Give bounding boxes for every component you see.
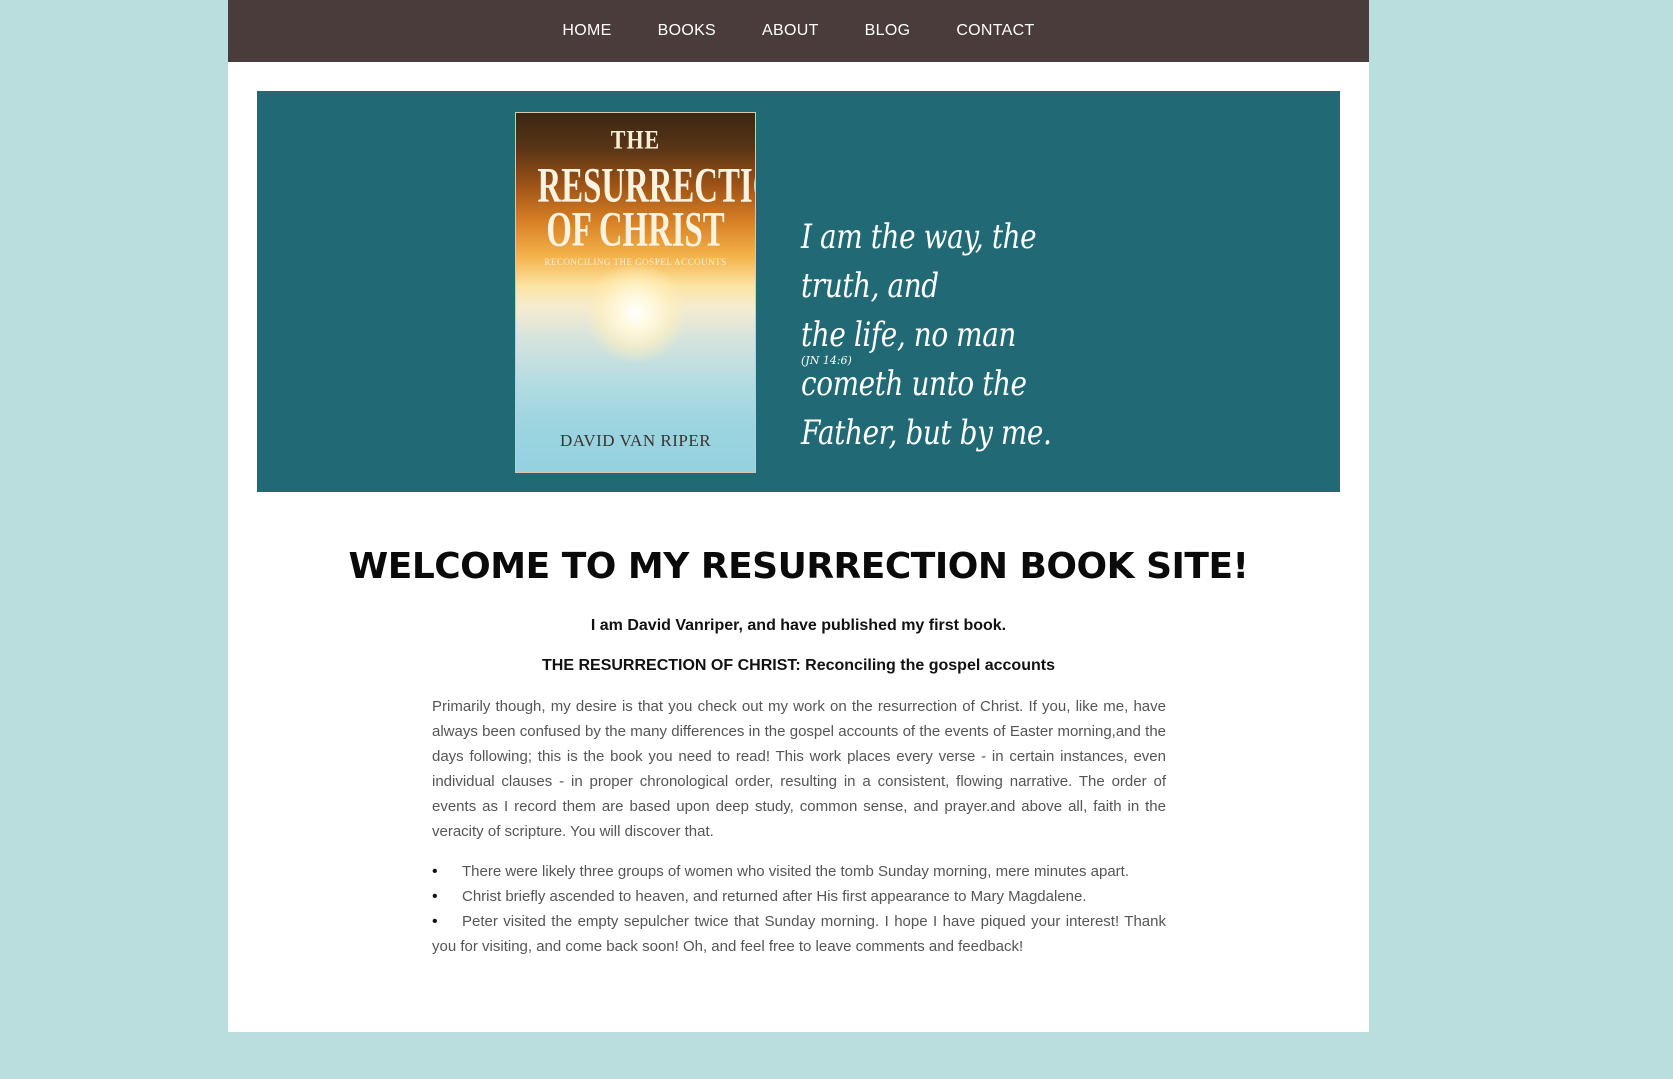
scripture-quote: I am the way, the truth, and the life, n… [801, 213, 1104, 458]
list-item-text: There were likely three groups of women … [462, 863, 1129, 880]
description-paragraph: Primarily though, my desire is that you … [432, 698, 1166, 840]
book-author: DAVID VAN RIPER [559, 431, 712, 450]
list-item: • Peter visited the empty sepulcher twice… [432, 909, 1166, 959]
sun-glow [586, 263, 686, 363]
top-navigation: HOME BOOKS ABOUT BLOG CONTACT [228, 0, 1369, 62]
bullet-icon: • [432, 863, 438, 880]
book-title-line: THE RESURRECTION OF CHRIST: Reconciling … [542, 657, 1055, 674]
nav-contact[interactable]: CONTACT [933, 0, 1057, 62]
bullet-icon: • [432, 888, 438, 905]
highlights-list: • There were likely three groups of women… [432, 859, 1166, 959]
quote-line: Father, but by me. [801, 413, 1052, 453]
nav-blog[interactable]: BLOG [842, 0, 934, 62]
list-item-text: Christ briefly ascended to heaven, and r… [462, 888, 1087, 905]
scripture-citation: (JN 14:6) [801, 354, 852, 367]
list-item-text: Peter visited the empty sepulcher twice … [432, 913, 1166, 955]
list-item: • Christ briefly ascended to heaven, and … [432, 884, 1166, 909]
book-title-top: THE [610, 124, 661, 155]
hero-banner: THE RESURRECTION OF CHRIST RECONCILING T… [257, 91, 1340, 492]
bullet-icon: • [432, 913, 438, 930]
nav-books[interactable]: BOOKS [635, 0, 739, 62]
book-subtitle: RECONCILING THE GOSPEL ACCOUNTS [544, 257, 727, 267]
nav-home[interactable]: HOME [539, 0, 634, 62]
quote-line: I am the way, the truth, and [801, 217, 1037, 306]
page-container: HOME BOOKS ABOUT BLOG CONTACT THE RESURR… [228, 0, 1369, 1032]
page-title: WELCOME TO MY RESURRECTION BOOK SITE! [348, 546, 1249, 587]
nav-about[interactable]: ABOUT [739, 0, 842, 62]
list-item: • There were likely three groups of women… [432, 859, 1166, 884]
book-cover-image[interactable]: THE RESURRECTION OF CHRIST RECONCILING T… [515, 112, 756, 473]
author-intro: I am David Vanriper, and have published … [590, 617, 1007, 634]
book-title-line-2: OF CHRIST [546, 200, 725, 257]
